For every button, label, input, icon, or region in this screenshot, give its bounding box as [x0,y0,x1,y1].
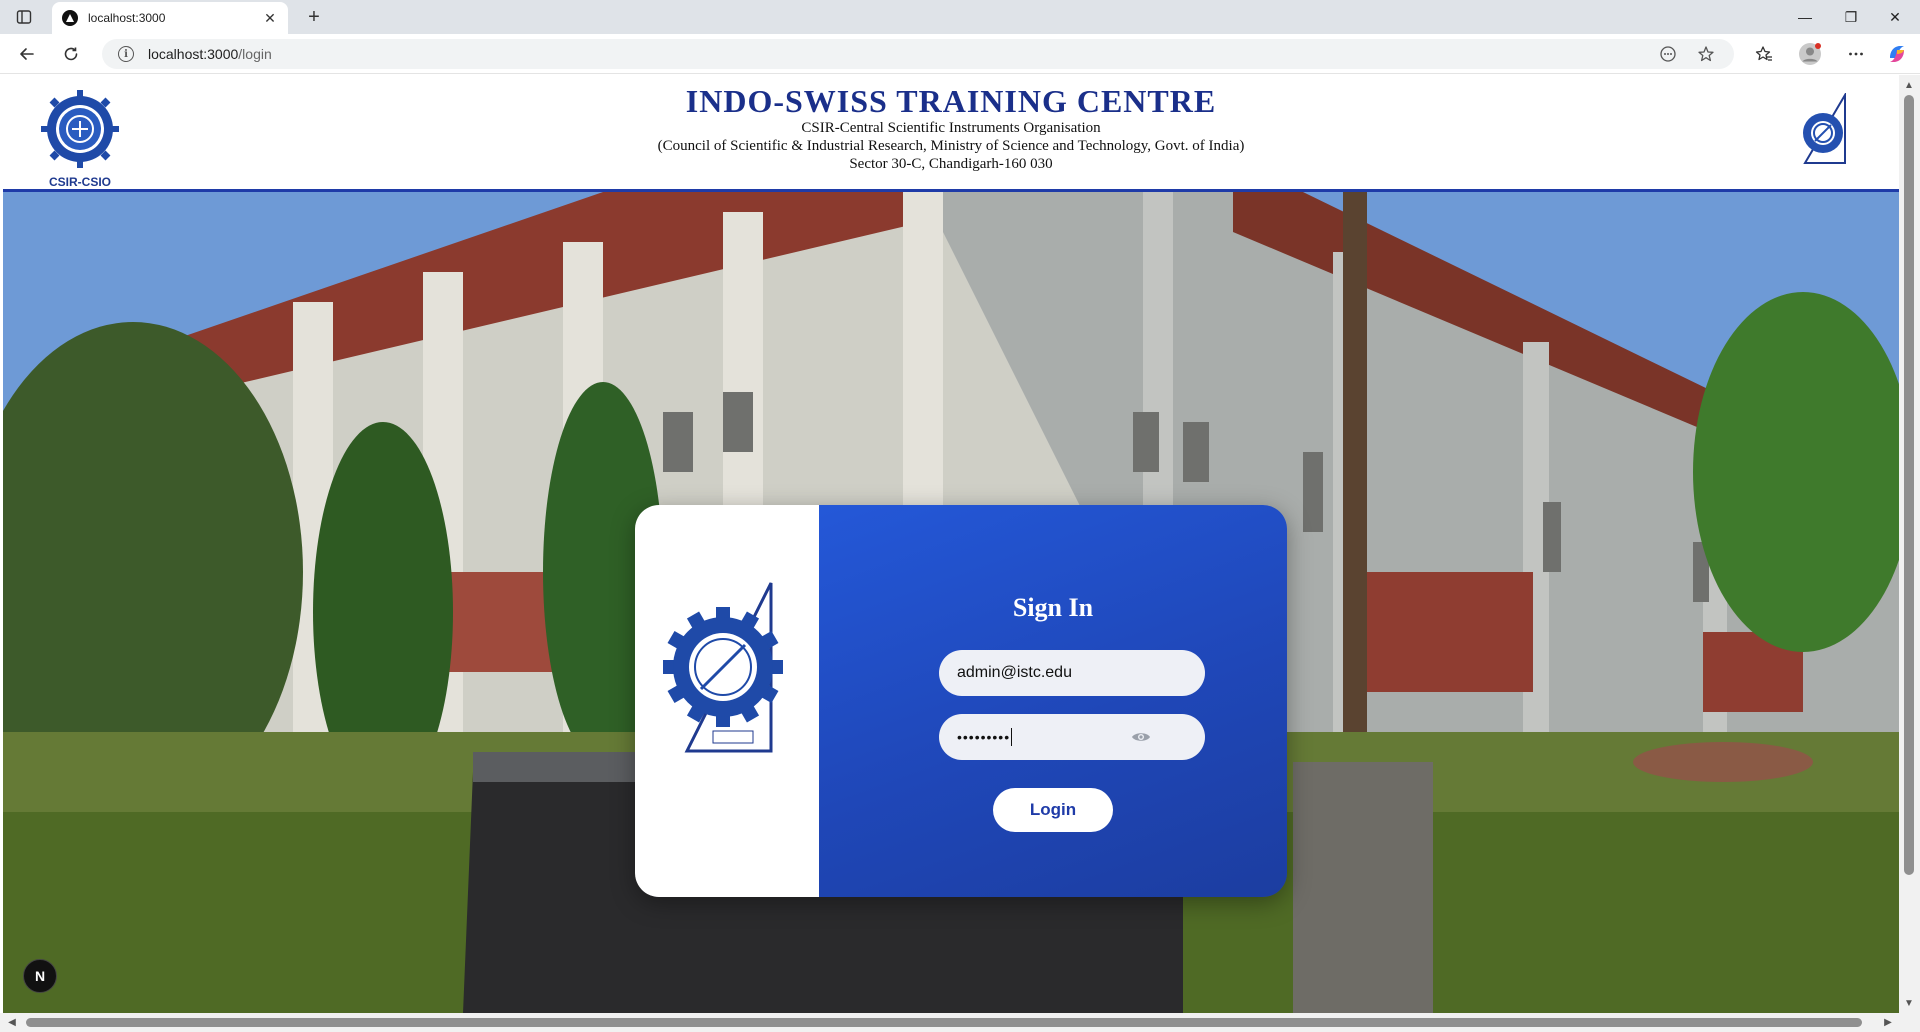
back-arrow-icon[interactable] [14,41,40,67]
copilot-icon[interactable] [1884,41,1910,67]
vertical-scroll-thumb[interactable] [1904,95,1914,875]
login-card-emblem-panel [635,505,819,897]
sign-in-heading: Sign In [1012,593,1094,622]
vertical-scrollbar[interactable]: ▲ ▼ [1899,75,1920,1013]
close-window-button[interactable]: ✕ [1880,5,1910,29]
horizontal-scrollbar[interactable]: ◀ ▶ [0,1013,1920,1032]
profile-icon[interactable] [1797,41,1823,67]
page-viewport: CSIR-CSIO INDO-SWISS TRAINING CENTRE CSI… [3,75,1899,1013]
istc-logo [1799,91,1851,167]
csir-logo-caption: CSIR-CSIO [48,175,111,189]
reader-icon[interactable] [1656,42,1680,66]
site-header: CSIR-CSIO INDO-SWISS TRAINING CENTRE CSI… [3,75,1899,192]
favicon-icon [62,10,78,26]
more-icon[interactable] [1843,41,1869,67]
url-text: localhost:3000/login [148,46,272,62]
istc-emblem [663,582,783,753]
text-caret [1011,728,1013,746]
browser-tab[interactable]: localhost:3000 ✕ [52,2,288,34]
info-icon[interactable]: i [118,46,134,62]
browser-toolbar: i localhost:3000/login [0,34,1920,74]
horizontal-scroll-thumb[interactable] [26,1018,1862,1027]
login-button[interactable]: Login [993,788,1113,832]
scroll-down-icon[interactable]: ▼ [1903,997,1915,1009]
campus-hero-image: Sign In admin@istc.edu ••••••••• Login [3,192,1899,1013]
email-field[interactable]: admin@istc.edu [939,650,1205,696]
page-title: INDO-SWISS TRAINING CENTRE [685,83,1217,119]
header-address: Sector 30-C, Chandigarh-160 030 [849,156,1053,172]
url-path: /login [238,46,272,62]
password-field-value: ••••••••• [957,729,1011,745]
scroll-right-icon[interactable]: ▶ [1882,1016,1894,1028]
minimize-button[interactable]: — [1790,5,1820,29]
header-subtitle-council: (Council of Scientific & Industrial Rese… [657,138,1245,154]
email-field-value: admin@istc.edu [957,664,1072,681]
scroll-left-icon[interactable]: ◀ [6,1016,18,1028]
reload-icon[interactable] [58,41,84,67]
login-form-panel: Sign In admin@istc.edu ••••••••• Login [819,505,1287,897]
password-field[interactable]: ••••••••• [939,714,1205,760]
close-icon[interactable]: ✕ [262,10,278,26]
sidebar-icon[interactable] [14,7,34,27]
favorites-icon[interactable] [1751,41,1777,67]
tab-title: localhost:3000 [88,11,166,25]
star-icon[interactable] [1694,42,1718,66]
address-bar[interactable]: i localhost:3000/login [102,39,1734,69]
next-dev-badge[interactable]: N [23,959,57,993]
eye-icon[interactable] [1131,728,1151,746]
browser-tabstrip: localhost:3000 ✕ + — ❐ ✕ [0,0,1920,34]
header-subtitle-org: CSIR-Central Scientific Instruments Orga… [801,120,1101,136]
restore-button[interactable]: ❐ [1836,5,1866,29]
scroll-up-icon[interactable]: ▲ [1903,79,1915,91]
login-card: Sign In admin@istc.edu ••••••••• Login [635,505,1287,897]
url-host: localhost:3000 [148,46,239,62]
header-text: INDO-SWISS TRAINING CENTRE CSIR-Central … [3,83,1899,173]
new-tab-button[interactable]: + [302,6,326,28]
